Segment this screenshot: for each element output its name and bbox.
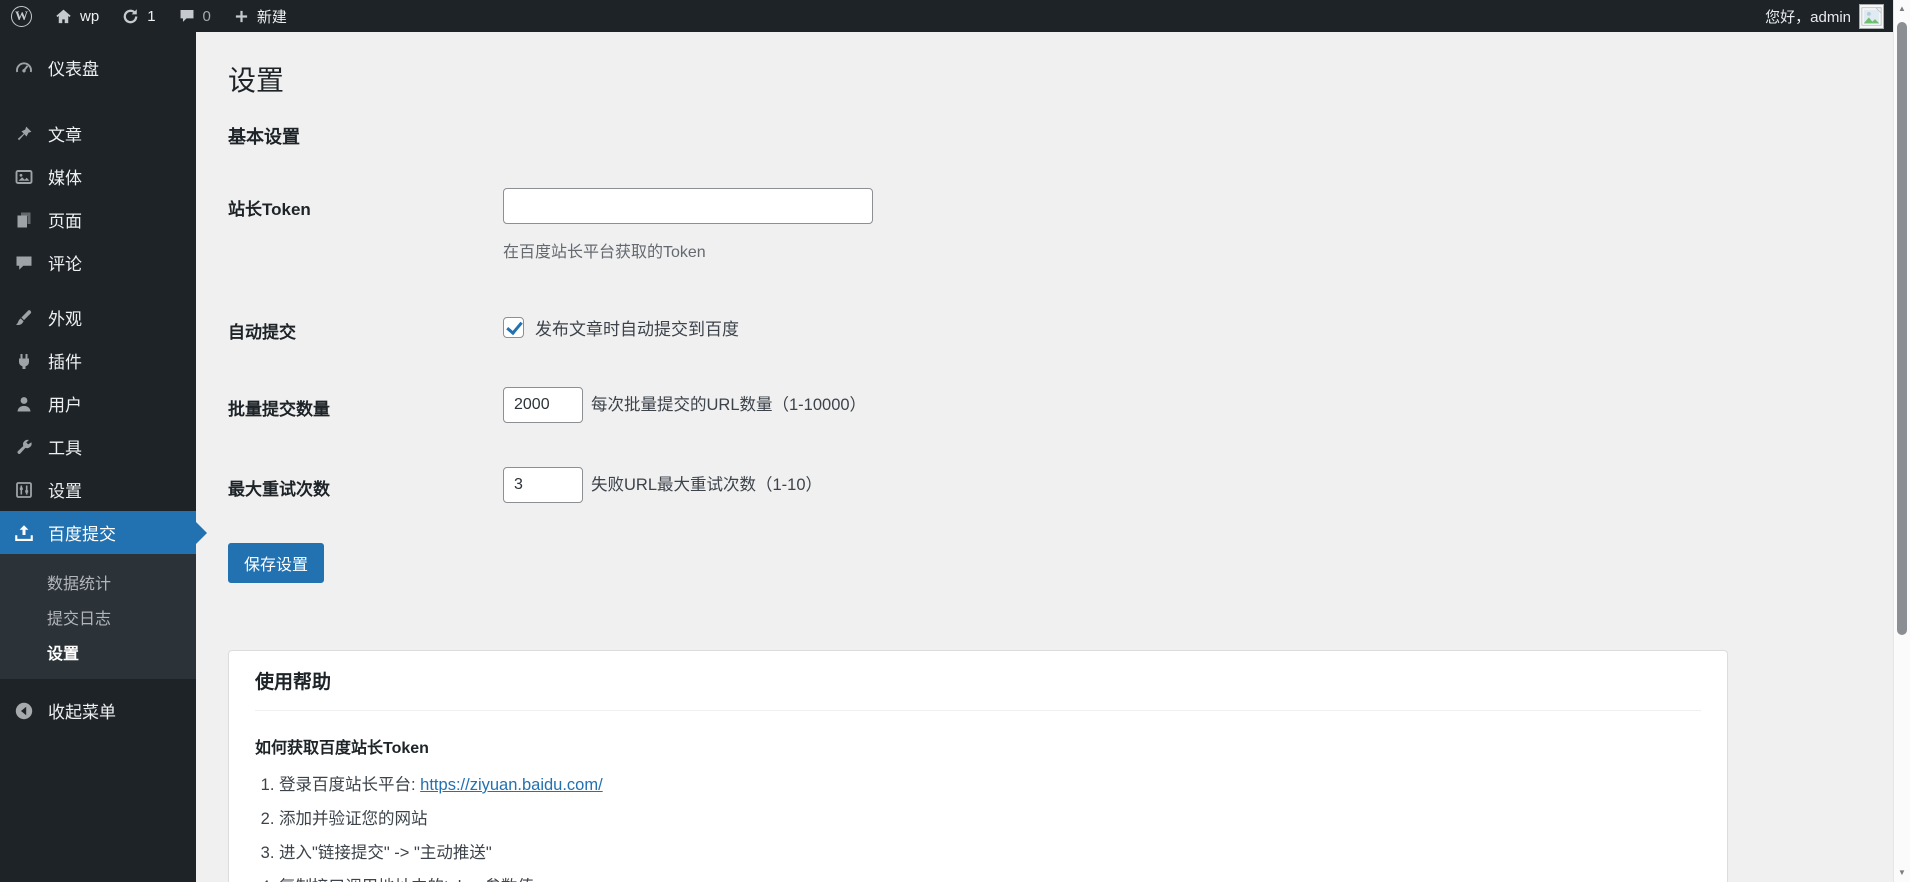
sidebar-item-pages[interactable]: 页面 <box>0 198 196 241</box>
admin-bar: W wp 1 0 新建 您好，admin <box>0 0 1893 32</box>
user-avatar[interactable] <box>1859 3 1884 29</box>
help-card: 使用帮助 如何获取百度站长Token 登录百度站长平台: https://ziy… <box>228 650 1728 882</box>
token-input[interactable] <box>503 188 873 224</box>
main-content: 设置 基本设置 站长Token 在百度站长平台获取的Token 自动提交 发布文… <box>196 32 1893 882</box>
home-icon <box>54 7 73 26</box>
sidebar-item-label: 工具 <box>48 439 82 458</box>
site-name: wp <box>80 7 100 25</box>
auto-submit-checkbox-label: 发布文章时自动提交到百度 <box>535 320 739 339</box>
help-step-text: 登录百度站长平台: <box>279 776 421 794</box>
help-step-login: 登录百度站长平台: https://ziyuan.baidu.com/ <box>279 776 1701 794</box>
new-content-menu[interactable]: 新建 <box>222 0 298 32</box>
batch-size-label: 批量提交数量 <box>228 400 330 419</box>
max-retry-input[interactable] <box>503 467 583 503</box>
pushpin-icon <box>13 124 35 144</box>
site-link[interactable]: wp <box>43 0 110 32</box>
sidebar-item-label: 用户 <box>48 396 82 415</box>
token-label: 站长Token <box>228 200 311 219</box>
scroll-down-arrow-icon[interactable]: ▼ <box>1894 866 1910 880</box>
baidu-ziyuan-link[interactable]: https://ziyuan.baidu.com/ <box>420 776 603 794</box>
collapse-arrow-icon <box>13 701 35 721</box>
auto-submit-checkbox[interactable] <box>503 317 524 338</box>
menu-separator <box>0 89 196 112</box>
admin-sidebar: 仪表盘 文章 媒体 页面 评论 外观 插件 用户 工具 设置 百度提交 数据统计… <box>0 32 207 882</box>
vertical-scrollbar[interactable]: ▲ ▼ <box>1893 0 1910 882</box>
save-settings-button[interactable]: 保存设置 <box>228 543 325 583</box>
sidebar-item-plugins[interactable]: 插件 <box>0 339 196 382</box>
update-icon <box>121 7 140 26</box>
batch-size-description: 每次批量提交的URL数量（1-10000） <box>591 396 867 414</box>
plug-icon <box>13 351 35 371</box>
form-row-auto-submit: 自动提交 发布文章时自动提交到百度 <box>228 310 1893 343</box>
submenu-item-settings[interactable]: 设置 <box>0 634 196 669</box>
menu-separator <box>0 284 196 296</box>
sidebar-item-label: 插件 <box>48 353 82 372</box>
wordpress-logo-icon: W <box>11 5 32 27</box>
sidebar-item-label: 文章 <box>48 126 82 145</box>
user-icon <box>13 394 35 414</box>
help-title: 使用帮助 <box>255 672 332 693</box>
sidebar-item-label: 媒体 <box>48 169 82 188</box>
help-step-verify-site: 添加并验证您的网站 <box>279 810 1701 828</box>
sidebar-item-dashboard[interactable]: 仪表盘 <box>0 46 196 89</box>
update-count: 1 <box>147 7 156 25</box>
wordpress-logo-menu[interactable]: W <box>0 0 43 32</box>
help-step-link-submit: 进入"链接提交" -> "主动推送" <box>279 844 1701 862</box>
scrollbar-thumb[interactable] <box>1897 22 1907 635</box>
sidebar-item-label: 百度提交 <box>48 525 116 544</box>
new-content-label: 新建 <box>256 8 287 26</box>
wrench-icon <box>13 437 35 457</box>
help-steps-list: 登录百度站长平台: https://ziyuan.baidu.com/ 添加并验… <box>255 776 1701 882</box>
dashboard-icon <box>13 58 35 78</box>
max-retry-description: 失败URL最大重试次数（1-10） <box>591 476 823 494</box>
sliders-icon <box>13 480 35 500</box>
pages-icon <box>13 210 35 230</box>
sidebar-item-posts[interactable]: 文章 <box>0 112 196 155</box>
sidebar-item-label: 仪表盘 <box>48 60 99 79</box>
token-description: 在百度站长平台获取的Token <box>503 244 706 261</box>
sidebar-item-tools[interactable]: 工具 <box>0 425 196 468</box>
form-row-batch-size: 批量提交数量 每次批量提交的URL数量（1-10000） <box>228 387 1893 423</box>
page-title: 设置 <box>228 65 285 96</box>
help-step-copy-token: 复制接口调用地址中的token参数值 <box>279 878 1701 882</box>
user-greeting[interactable]: 您好，admin <box>1765 6 1851 27</box>
sidebar-item-comments[interactable]: 评论 <box>0 241 196 284</box>
sidebar-item-label: 页面 <box>48 212 82 231</box>
sidebar-item-settings[interactable]: 设置 <box>0 468 196 511</box>
paintbrush-icon <box>13 308 35 328</box>
sidebar-item-label: 设置 <box>48 482 82 501</box>
help-subtitle: 如何获取百度站长Token <box>255 740 429 757</box>
form-row-max-retry: 最大重试次数 失败URL最大重试次数（1-10） <box>228 467 1893 503</box>
collapse-menu-label: 收起菜单 <box>48 703 116 722</box>
image-placeholder-icon <box>1861 6 1882 26</box>
batch-size-input[interactable] <box>503 387 583 423</box>
media-icon <box>13 167 35 187</box>
sidebar-item-appearance[interactable]: 外观 <box>0 296 196 339</box>
comment-bubble-icon <box>13 253 35 273</box>
form-row-token: 站长Token 在百度站长平台获取的Token <box>228 188 1893 262</box>
auto-submit-label: 自动提交 <box>228 323 296 342</box>
sidebar-item-users[interactable]: 用户 <box>0 382 196 425</box>
help-divider <box>255 710 1701 711</box>
sidebar-item-label: 外观 <box>48 310 82 329</box>
submenu-container: 数据统计 提交日志 设置 <box>0 554 196 679</box>
sidebar-item-label: 评论 <box>48 255 82 274</box>
upload-icon <box>13 523 35 543</box>
comments-menu[interactable]: 0 <box>167 0 222 32</box>
comment-count: 0 <box>202 7 211 25</box>
collapse-menu-button[interactable]: 收起菜单 <box>0 689 196 732</box>
sidebar-item-baidu-submit[interactable]: 百度提交 <box>0 511 207 554</box>
plus-icon <box>233 8 250 25</box>
max-retry-label: 最大重试次数 <box>228 480 330 499</box>
submenu-item-statistics[interactable]: 数据统计 <box>0 564 196 599</box>
comment-icon <box>178 7 196 25</box>
scroll-up-arrow-icon[interactable]: ▲ <box>1894 2 1910 16</box>
submenu-item-submit-log[interactable]: 提交日志 <box>0 599 196 634</box>
sidebar-item-media[interactable]: 媒体 <box>0 155 196 198</box>
updates-menu[interactable]: 1 <box>110 0 166 32</box>
section-title-basic-settings: 基本设置 <box>228 127 300 147</box>
settings-form: 站长Token 在百度站长平台获取的Token 自动提交 发布文章时自动提交到百… <box>228 188 1893 503</box>
